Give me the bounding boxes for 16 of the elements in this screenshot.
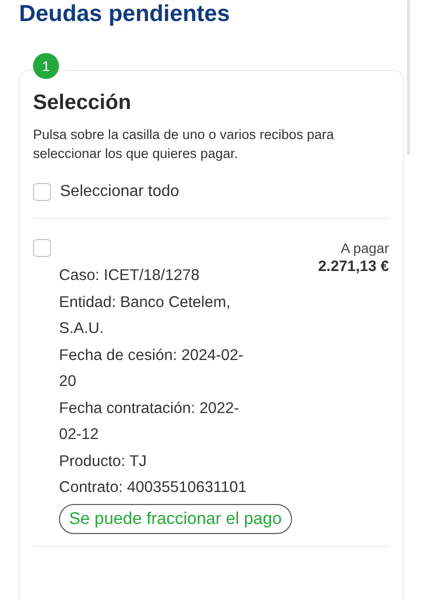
debt-detail: Producto: TJ: [59, 452, 148, 472]
checkbox[interactable]: [33, 239, 51, 257]
debt-detail: Fecha contratación: 2022-02-12: [59, 398, 240, 445]
step-description: Pulsa sobre la casilla de uno o varios recibos para seleccionar los que quieres pagar.: [33, 126, 335, 163]
debt-detail: Fecha de cesión: 2024-02-20: [59, 346, 244, 392]
select-all-label[interactable]: Seleccionar todo: [60, 180, 180, 204]
debt-detail: Contrato: 40035510631101: [59, 478, 248, 498]
debt-detail: Entidad: Banco Cetelem, S.A.U.: [59, 292, 232, 339]
debt-detail: Caso: ICET/18/1278: [59, 266, 200, 286]
checkbox[interactable]: [33, 183, 51, 201]
step-title: Selección: [33, 90, 132, 116]
amount-label: A pagar: [340, 239, 389, 257]
page-title: Deudas pendientes: [19, 0, 230, 28]
amount-value: 2.271,13 €: [318, 257, 389, 277]
installments-tag: Se puede fraccionar el pago: [59, 504, 292, 534]
step-badge: 1: [33, 53, 59, 79]
